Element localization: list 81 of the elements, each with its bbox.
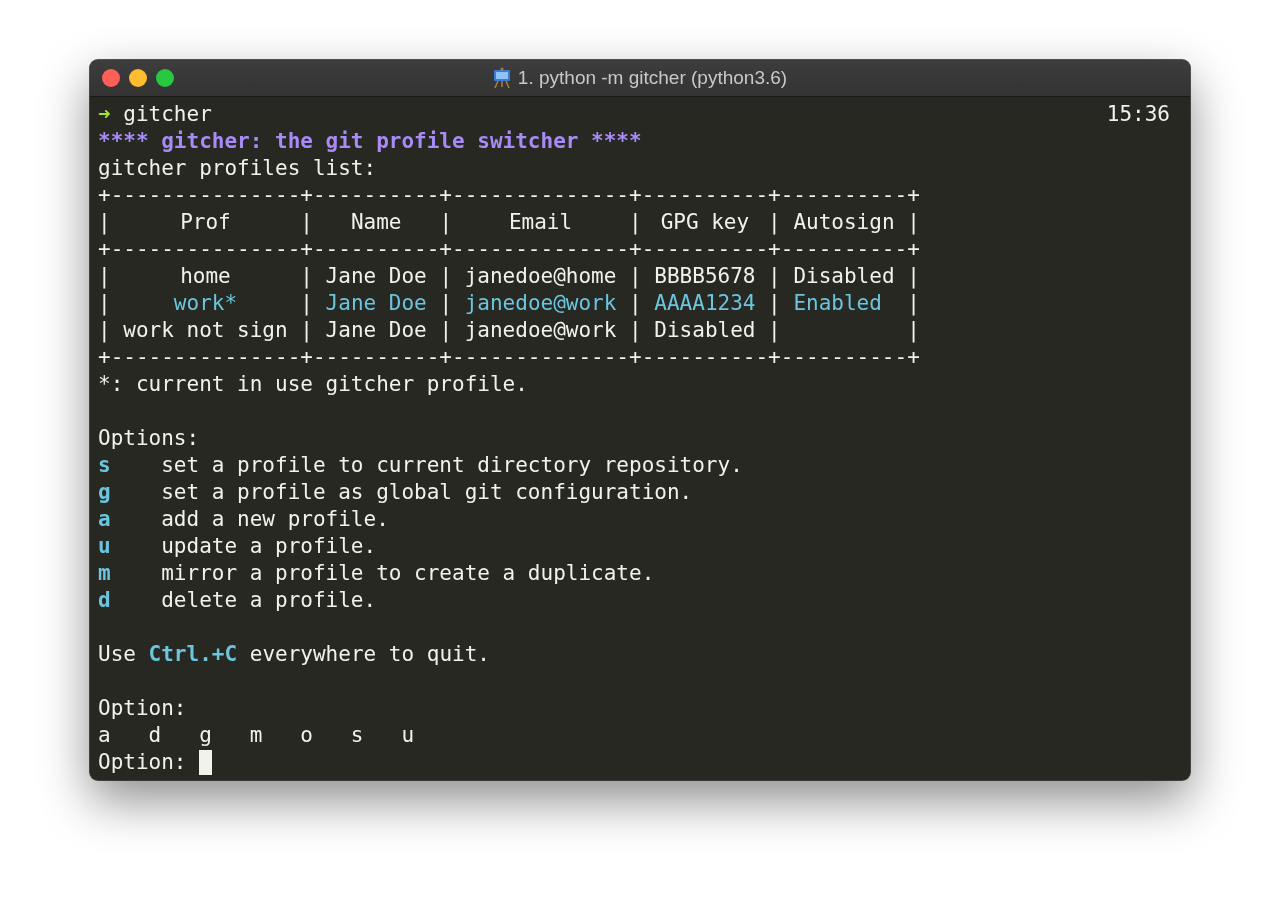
option-description: delete a profile. <box>161 587 377 614</box>
column-divider: | <box>300 290 313 317</box>
app-title: **** gitcher: the git profile switcher **** <box>98 128 642 155</box>
table-header-cell: Prof <box>180 210 231 234</box>
column-divider: | <box>439 290 453 317</box>
option-description: set a profile to current directory repository. <box>161 452 743 479</box>
option-choice: s <box>350 723 364 747</box>
option-label: Option: <box>98 695 187 722</box>
column-divider: | <box>768 317 781 344</box>
clock: 15:36 <box>1106 101 1170 128</box>
column-divider: | <box>768 263 781 290</box>
footnote: *: current in use gitcher profile. <box>98 371 528 398</box>
column-divider: | <box>629 317 642 344</box>
quit-hint: Use Ctrl.+C everywhere to quit. <box>98 641 490 668</box>
column-divider: | <box>629 209 642 236</box>
table-header-cell: GPG key <box>660 210 750 234</box>
option-choice: o <box>300 723 313 747</box>
option-description: update a profile. <box>161 533 377 560</box>
prompt-arrow: ➜ <box>98 102 111 126</box>
column-divider: | <box>98 290 111 317</box>
table-border-line: +---------------+----------+--------------+----------+----------+ <box>98 182 920 209</box>
column-divider: | <box>907 209 920 236</box>
prompt-command: gitcher <box>123 102 212 126</box>
table-cell: AAAA1234 <box>654 291 756 315</box>
text-cursor <box>199 750 213 775</box>
column-divider: | <box>98 263 111 290</box>
column-divider: | <box>98 209 111 236</box>
option-key: m <box>98 561 111 585</box>
table-cell: Jane Doe <box>325 318 427 342</box>
table-cell: work* <box>173 291 238 315</box>
close-button[interactable] <box>102 69 120 87</box>
column-divider: | <box>907 317 920 344</box>
option-key: s <box>98 453 111 477</box>
column-divider: | <box>768 209 781 236</box>
column-divider: | <box>907 263 920 290</box>
table-border-line: +---------------+----------+--------------+----------+----------+ <box>98 344 920 371</box>
window-title: 1. python -m gitcher (python3.6) <box>517 67 788 89</box>
option-choice: g <box>199 723 212 747</box>
option-description: add a new profile. <box>161 506 389 533</box>
column-divider: | <box>439 263 453 290</box>
option-description: mirror a profile to create a duplicate. <box>161 560 655 587</box>
minimize-button[interactable] <box>129 69 147 87</box>
option-choice: m <box>249 723 263 747</box>
option-key: a <box>98 507 111 531</box>
column-divider: | <box>439 209 453 236</box>
table-cell: home <box>180 264 231 288</box>
table-cell: Enabled <box>793 291 882 315</box>
column-divider: | <box>300 263 313 290</box>
column-divider: | <box>98 317 111 344</box>
table-cell: janedoe@work <box>464 291 617 315</box>
table-header-cell: Email <box>508 210 573 234</box>
option-description: set a profile as global git configuration. <box>161 479 693 506</box>
table-cell: janedoe@work <box>464 318 617 342</box>
option-choice: d <box>148 723 162 747</box>
table-cell: BBBB5678 <box>654 264 756 288</box>
table-cell: work not sign <box>123 318 288 342</box>
column-divider: | <box>439 317 453 344</box>
option-key: u <box>98 534 111 558</box>
column-divider: | <box>907 290 920 317</box>
table-border-line: +---------------+----------+--------------+----------+----------+ <box>98 236 920 263</box>
options-heading: Options: <box>98 425 200 452</box>
list-heading: gitcher profiles list: <box>98 155 377 182</box>
option-key: d <box>98 588 111 612</box>
table-cell: Jane Doe <box>325 264 427 288</box>
table-header-cell: Name <box>350 210 402 234</box>
table-header-cell: Autosign <box>793 210 895 234</box>
table-cell: Disabled <box>793 264 895 288</box>
input-prompt: Option: <box>98 749 187 776</box>
table-cell: Disabled <box>654 318 756 342</box>
column-divider: | <box>300 209 313 236</box>
zoom-button[interactable] <box>156 69 174 87</box>
table-cell: janedoe@home <box>464 264 617 288</box>
column-divider: | <box>629 263 642 290</box>
column-divider: | <box>768 290 781 317</box>
easel-icon <box>492 67 511 89</box>
option-key: g <box>98 480 111 504</box>
table-cell: Jane Doe <box>325 291 427 315</box>
column-divider: | <box>300 317 313 344</box>
option-choice: u <box>401 723 415 747</box>
column-divider: | <box>629 290 642 317</box>
option-choice: a <box>98 723 111 747</box>
